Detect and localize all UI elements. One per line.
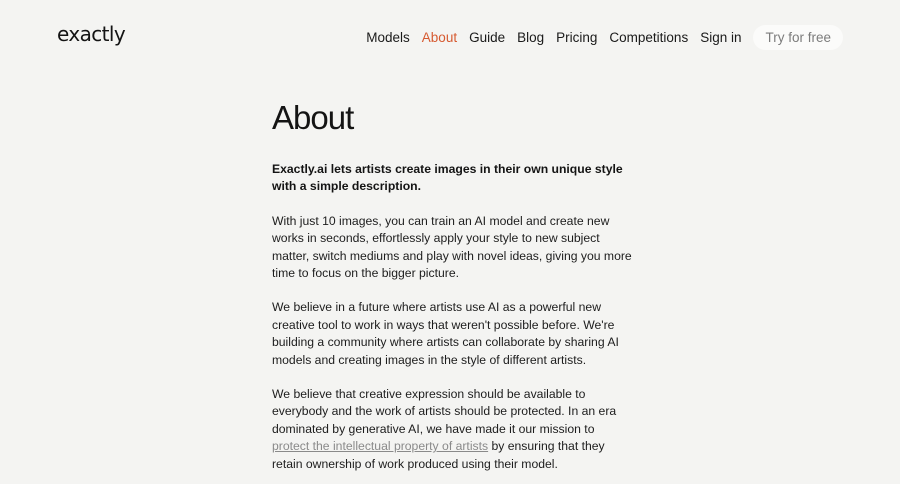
paragraph-1: With just 10 images, you can train an AI… [272, 213, 632, 281]
main-nav: Models About Guide Blog Pricing Competit… [366, 25, 843, 50]
nav-pricing[interactable]: Pricing [556, 26, 597, 50]
nav-competitions[interactable]: Competitions [609, 26, 688, 50]
nav-blog[interactable]: Blog [517, 26, 544, 50]
page-title: About [272, 99, 354, 136]
nav-about[interactable]: About [422, 26, 457, 50]
paragraph-3-text-start: We believe that creative expression shou… [272, 387, 617, 436]
lead-paragraph: Exactly.ai lets artists create images in… [272, 162, 623, 194]
about-content: About Exactly.ai lets artists create ima… [272, 98, 632, 473]
nav-models[interactable]: Models [366, 26, 410, 50]
site-header: exactly Models About Guide Blog Pricing … [0, 0, 900, 74]
paragraph-3: We believe that creative expression shou… [272, 386, 632, 473]
try-for-free-button[interactable]: Try for free [753, 25, 843, 50]
nav-guide[interactable]: Guide [469, 26, 505, 50]
paragraph-2: We believe in a future where artists use… [272, 300, 619, 367]
ip-protection-link[interactable]: protect the intellectual property of art… [272, 439, 488, 453]
nav-sign-in[interactable]: Sign in [700, 26, 741, 50]
logo[interactable]: exactly [57, 22, 126, 46]
